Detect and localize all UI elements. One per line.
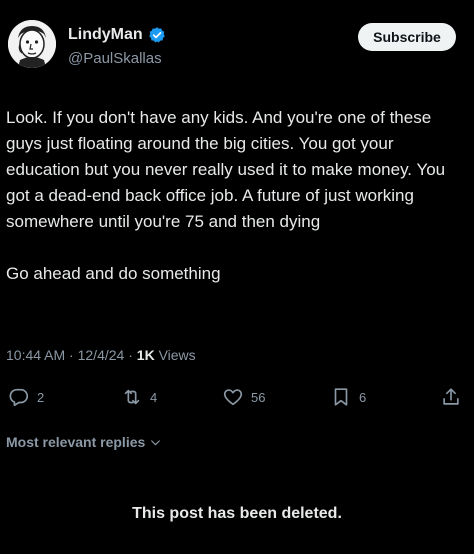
tweet-paragraph: Look. If you don't have any kids. And yo…: [6, 108, 446, 231]
action-bar: 2 4 56 6: [0, 386, 474, 410]
share-button[interactable]: [440, 386, 462, 408]
tweet-date[interactable]: 12/4/24: [78, 347, 125, 363]
tweet-body: Look. If you don't have any kids. And yo…: [6, 105, 470, 287]
subscribe-button[interactable]: Subscribe: [358, 23, 456, 51]
meta-separator: ·: [65, 347, 78, 363]
like-button[interactable]: 56: [222, 386, 265, 408]
author-name-row[interactable]: LindyMan: [68, 26, 166, 44]
share-icon: [443, 388, 459, 405]
views-count: 1K: [136, 347, 155, 363]
bookmark-icon: [334, 388, 348, 406]
verified-badge-icon: [148, 26, 166, 44]
reply-count: 2: [37, 389, 45, 405]
heart-icon: [223, 389, 243, 406]
cartoon-face-icon: [8, 20, 56, 68]
deleted-post-notice: This post has been deleted.: [132, 505, 342, 522]
tweet-paragraph: Go ahead and do something: [6, 264, 221, 283]
author-display-name[interactable]: LindyMan: [68, 26, 143, 44]
repost-button[interactable]: 4: [121, 386, 157, 408]
views-label: Views: [158, 347, 196, 363]
replies-sort-dropdown[interactable]: Most relevant replies: [6, 434, 162, 450]
tweet-meta: 10:44 AM · 12/4/24 · 1K Views: [6, 347, 196, 363]
bookmark-count: 6: [359, 389, 367, 405]
chevron-down-icon: [151, 439, 161, 445]
replies-sort-label: Most relevant replies: [6, 434, 146, 450]
reply-button[interactable]: 2: [8, 386, 44, 408]
author-handle[interactable]: @PaulSkallas: [68, 50, 162, 67]
meta-separator: ·: [124, 347, 137, 363]
avatar[interactable]: [8, 20, 56, 68]
repost-icon: [124, 389, 140, 405]
bookmark-button[interactable]: 6: [330, 386, 366, 408]
like-count: 56: [251, 389, 266, 405]
tweet-time[interactable]: 10:44 AM: [6, 347, 65, 363]
reply-icon: [9, 388, 29, 407]
repost-count: 4: [150, 389, 158, 405]
